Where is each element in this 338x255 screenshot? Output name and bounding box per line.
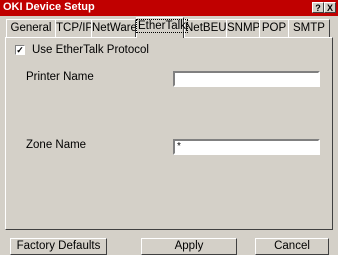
tab-smtp[interactable]: SMTP	[288, 19, 330, 37]
use-ethertalk-checkbox[interactable]: ✓	[15, 45, 25, 55]
tab-snmp[interactable]: SNMP	[226, 19, 260, 37]
tab-tcpip[interactable]: TCP/IP	[55, 19, 93, 37]
ethertalk-panel	[5, 37, 333, 230]
title-bar: OKI Device Setup ? X	[0, 0, 338, 16]
close-button[interactable]: X	[324, 2, 336, 13]
tab-ethertalk[interactable]: EtherTalk	[136, 17, 188, 38]
factory-defaults-button[interactable]: Factory Defaults	[10, 238, 107, 255]
help-button[interactable]: ?	[312, 2, 324, 13]
cancel-button[interactable]: Cancel	[255, 238, 329, 255]
apply-button[interactable]: Apply	[141, 238, 237, 255]
tab-pop[interactable]: POP	[259, 19, 289, 37]
use-ethertalk-label: Use EtherTalk Protocol	[32, 44, 149, 56]
tab-netware[interactable]: NetWare	[91, 19, 137, 37]
printer-name-input[interactable]	[173, 71, 320, 87]
zone-name-input[interactable]: *	[173, 139, 320, 155]
zone-name-label: Zone Name	[26, 139, 87, 151]
printer-name-label: Printer Name	[26, 71, 94, 83]
window-title: OKI Device Setup	[3, 1, 95, 13]
tab-netbeui[interactable]: NetBEUI	[184, 19, 230, 37]
tab-general[interactable]: General	[6, 19, 56, 37]
